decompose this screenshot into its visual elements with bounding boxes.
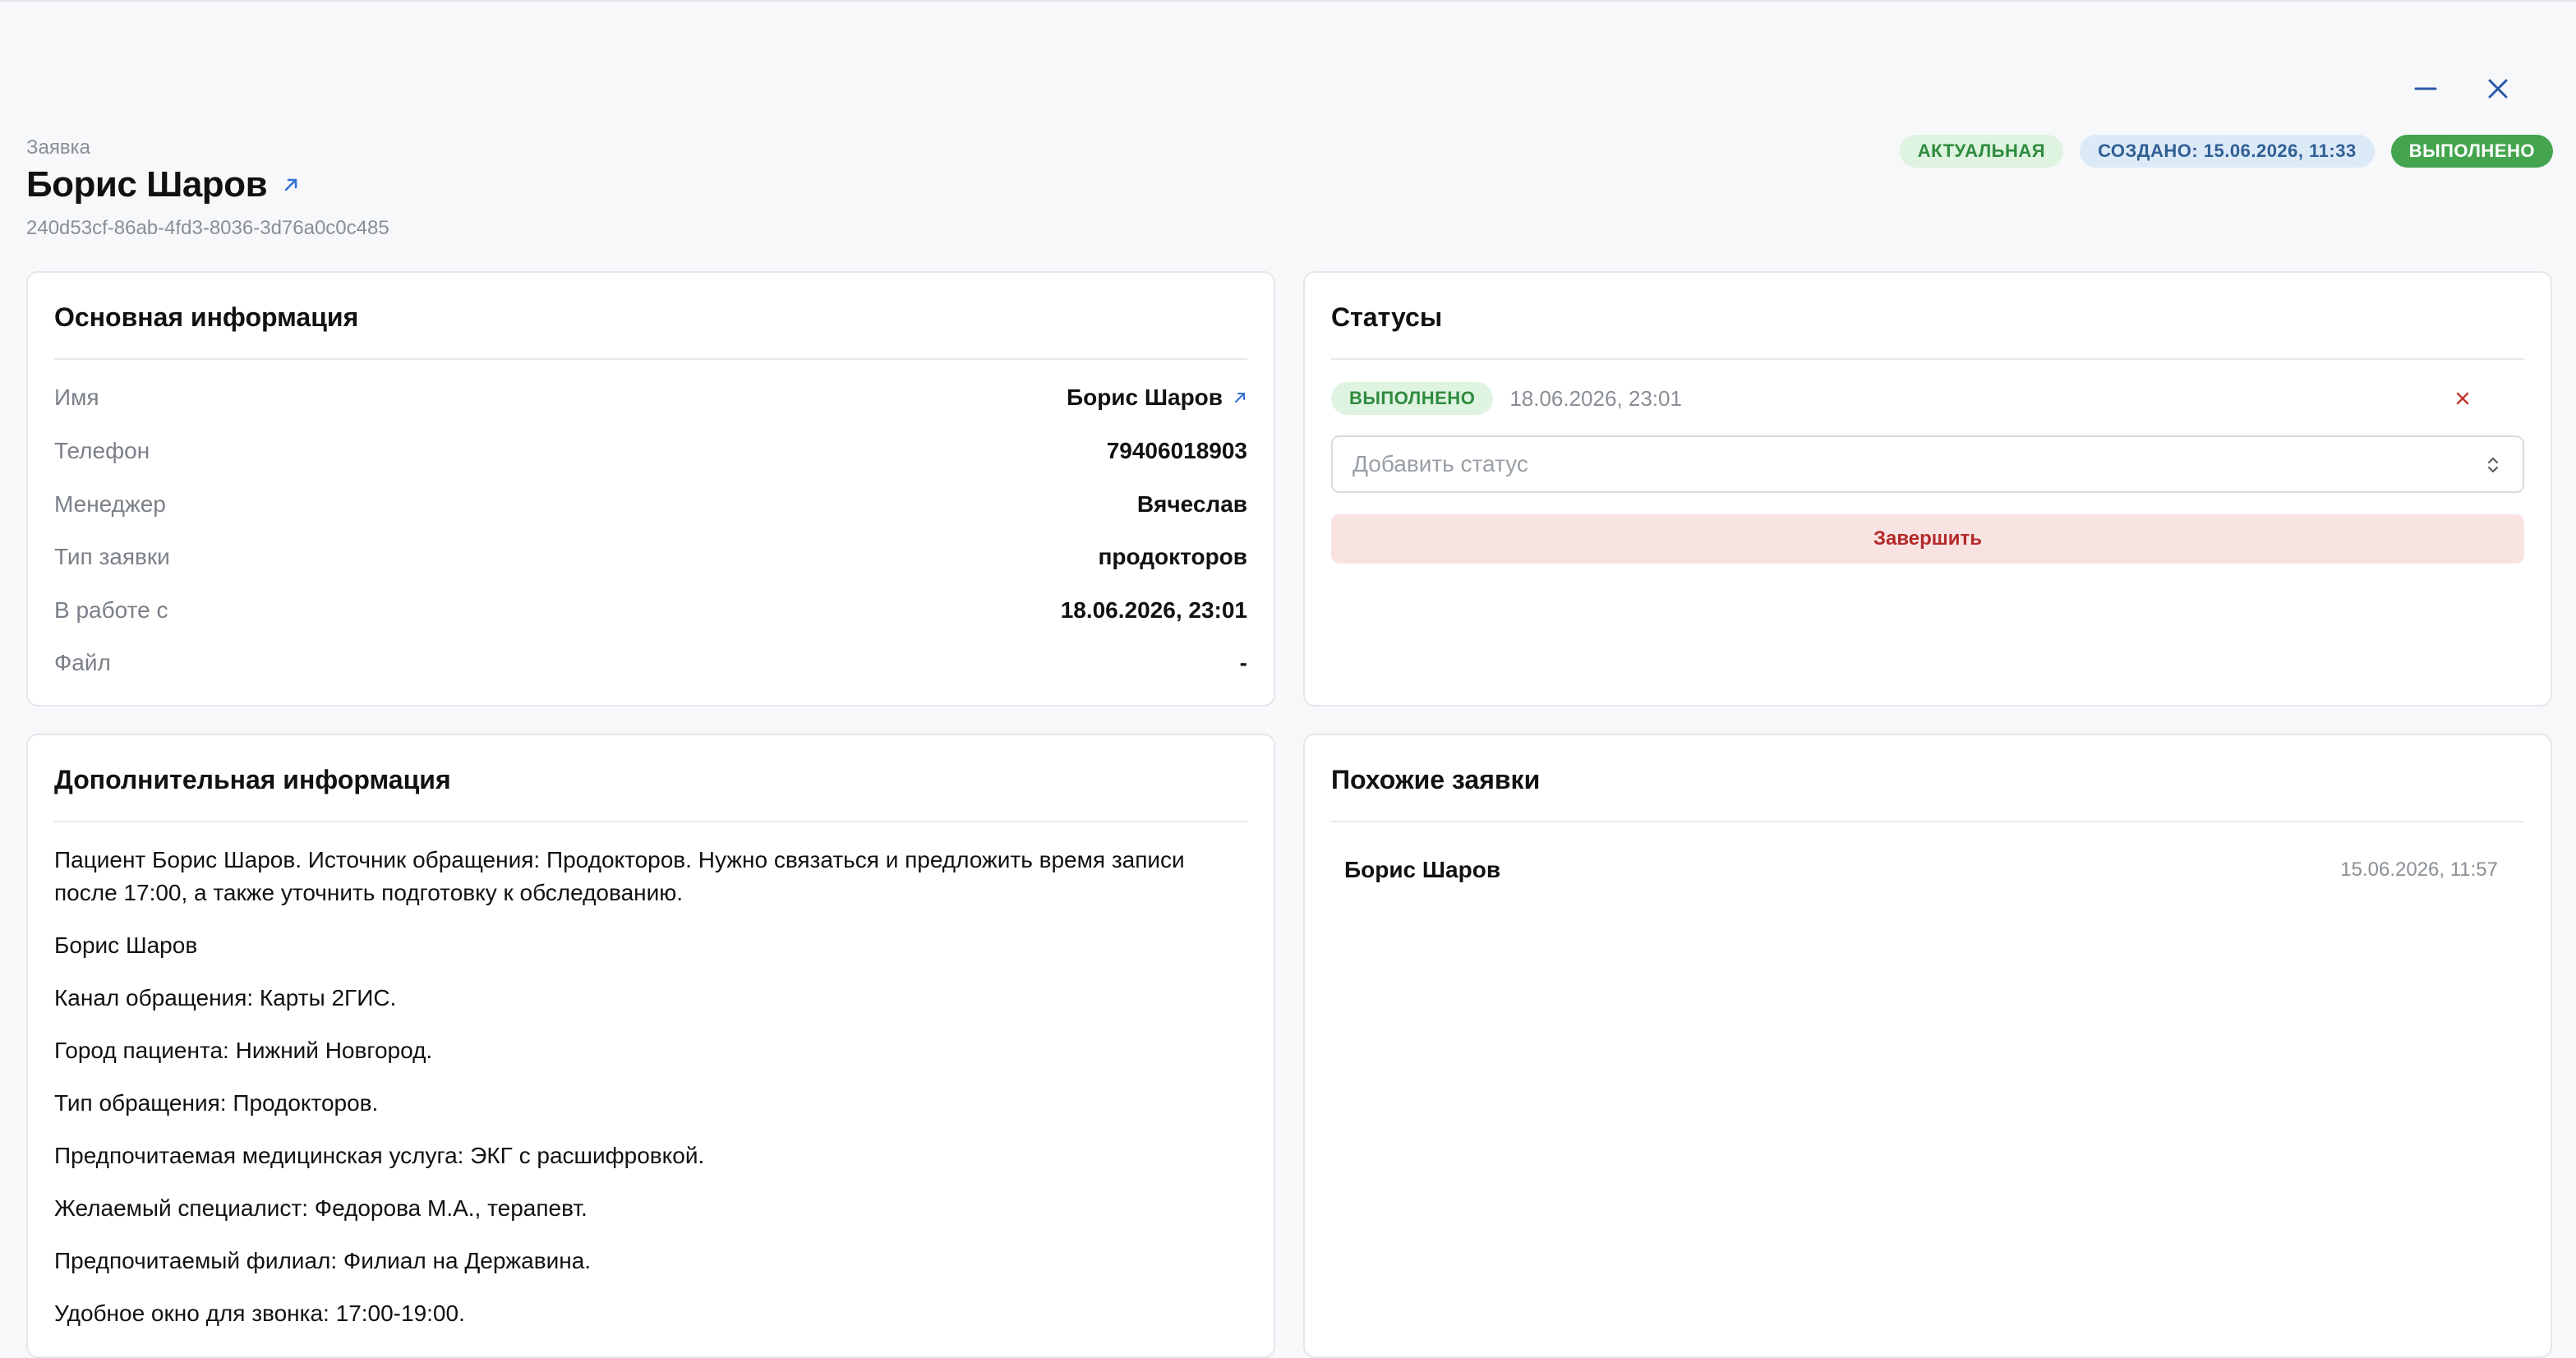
close-button[interactable] — [2475, 66, 2521, 112]
info-row-name: Имя Борис Шаров — [54, 381, 1247, 414]
similar-requests-title: Похожие заявки — [1331, 765, 1541, 794]
info-paragraph: Пациент Борис Шаров. Источник обращения:… — [54, 847, 1185, 905]
external-link-icon — [1235, 393, 1245, 403]
minimize-icon — [2414, 87, 2437, 90]
open-client-link-small[interactable] — [1233, 390, 1247, 405]
main-info-card: Основная информация Имя Борис Шаров Теле… — [26, 271, 1275, 707]
info-label: Тип заявки — [54, 544, 170, 569]
statuses-title: Статусы — [1331, 302, 1443, 332]
close-icon — [2456, 392, 2469, 405]
info-paragraph: Тип обращения: Продокторов. — [54, 1090, 379, 1116]
info-paragraph: Предпочитаемый филиал: Филиал на Держави… — [54, 1248, 592, 1273]
info-label: Телефон — [54, 438, 150, 463]
info-paragraph: Удобное окно для звонка: 17:00-19:00. — [54, 1300, 465, 1326]
divider — [1331, 821, 2524, 822]
info-row-file: Файл - — [54, 647, 1247, 679]
status-pill: ВЫПОЛНЕНО — [1331, 382, 1494, 415]
info-paragraph: Канал обращения: Карты 2ГИС. — [54, 985, 397, 1010]
divider — [1331, 358, 2524, 360]
info-value: 18.06.2026, 23:01 — [1060, 597, 1247, 623]
similar-requests-card: Похожие заявки Борис Шаров 15.06.2026, 1… — [1303, 734, 2552, 1358]
header-badges: АКТУАЛЬНАЯ СОЗДАНО: 15.06.2026, 11:33 ВЫ… — [1899, 135, 2553, 168]
close-icon — [2488, 79, 2508, 99]
info-label: Имя — [54, 384, 99, 410]
status-time: 18.06.2026, 23:01 — [1509, 385, 1682, 411]
top-border — [0, 0, 2576, 2]
title-row: Борис Шаров — [26, 164, 300, 205]
request-id: 240d53cf-86ab-4fd3-8036-3d76a0c0c485 — [26, 217, 389, 239]
status-badge-done: ВЫПОЛНЕНО — [2390, 135, 2553, 168]
finish-button[interactable]: Завершить — [1331, 514, 2524, 564]
remove-status-button[interactable] — [2450, 386, 2475, 411]
info-value: 79406018903 — [1106, 438, 1247, 463]
main-info-title: Основная информация — [54, 302, 359, 332]
additional-info-text: Пациент Борис Шаров. Источник обращения:… — [54, 844, 1247, 1350]
similar-request-date: 15.06.2026, 11:57 — [2340, 859, 2498, 881]
created-badge: СОЗДАНО: 15.06.2026, 11:33 — [2080, 135, 2375, 168]
statuses-card: Статусы ВЫПОЛНЕНО 18.06.2026, 23:01 Доба… — [1303, 271, 2552, 707]
info-row-phone: Телефон 79406018903 — [54, 435, 1247, 467]
similar-request-item[interactable]: Борис Шаров 15.06.2026, 11:57 — [1344, 854, 2498, 886]
status-badge-actual: АКТУАЛЬНАЯ — [1899, 135, 2064, 168]
external-link-icon — [284, 178, 297, 191]
open-client-link[interactable] — [282, 176, 300, 194]
info-value: продокторов — [1098, 544, 1247, 569]
page-title: Борис Шаров — [26, 164, 268, 205]
info-paragraph: Желаемый специалист: Федорова М.А., тера… — [54, 1195, 588, 1221]
divider — [54, 821, 1247, 822]
info-row-in-work: В работе с 18.06.2026, 23:01 — [54, 594, 1247, 627]
add-status-placeholder: Добавить статус — [1353, 451, 1528, 476]
client-name-link[interactable]: Борис Шаров — [1067, 384, 1223, 411]
divider — [54, 358, 1247, 360]
info-paragraph: Предпочитаемая медицинская услуга: ЭКГ с… — [54, 1143, 705, 1168]
info-row-type: Тип заявки продокторов — [54, 541, 1247, 573]
info-value: Борис Шаров — [1067, 384, 1247, 411]
additional-info-card: Дополнительная информация Пациент Борис … — [26, 734, 1275, 1358]
info-paragraph: Город пациента: Нижний Новгород. — [54, 1038, 433, 1063]
info-label: Файл — [54, 650, 111, 675]
info-paragraph: Борис Шаров — [54, 932, 198, 958]
info-label: Менеджер — [54, 491, 166, 517]
info-value: Вячеслав — [1136, 491, 1247, 517]
chevron-up-down-icon — [2488, 458, 2498, 472]
add-status-select[interactable]: Добавить статус — [1331, 435, 2524, 493]
breadcrumb: Заявка — [26, 136, 90, 159]
additional-info-title: Дополнительная информация — [54, 765, 451, 794]
minimize-button[interactable] — [2403, 66, 2449, 112]
info-value: - — [1239, 650, 1247, 675]
info-row-manager: Менеджер Вячеслав — [54, 488, 1247, 521]
status-item: ВЫПОЛНЕНО 18.06.2026, 23:01 — [1331, 381, 2524, 416]
info-label: В работе с — [54, 597, 168, 623]
similar-request-name: Борис Шаров — [1344, 857, 1501, 882]
